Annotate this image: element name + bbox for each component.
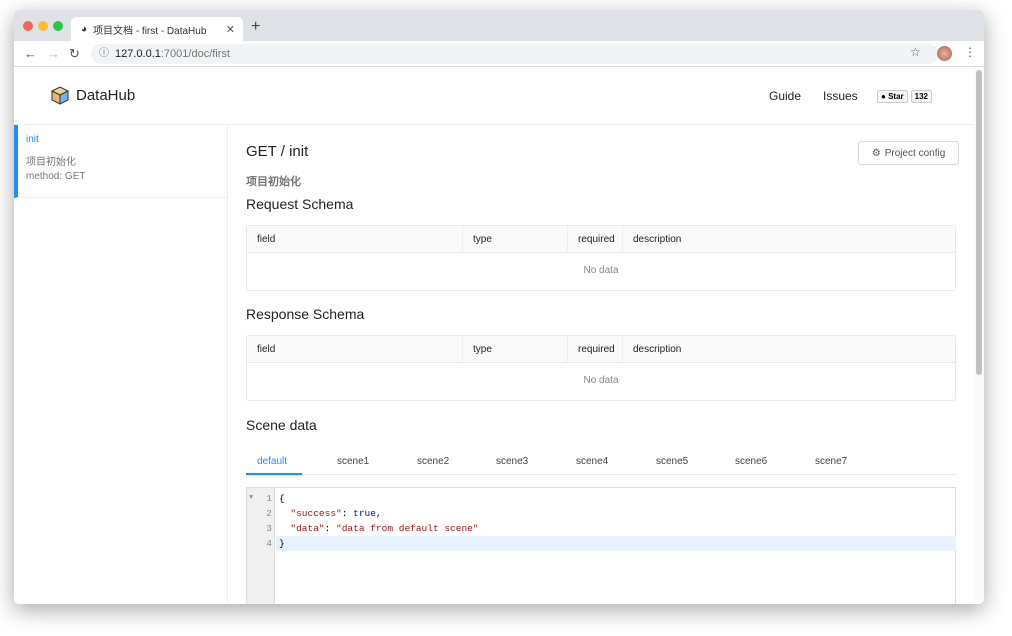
line-number: 4 — [266, 538, 272, 549]
project-config-label: Project config — [884, 147, 946, 159]
maximize-window-button[interactable] — [53, 21, 63, 31]
code-line: 3 "data": "data from default scene" — [247, 521, 955, 536]
page: DataHub Guide Issues ● Star 132 init 项目初… — [14, 67, 984, 604]
url-input[interactable]: ⓘ 127.0.0.1:7001/doc/first — [91, 44, 939, 64]
gear-icon: ⚙ — [871, 147, 881, 159]
json-key: "data" — [290, 523, 325, 534]
reload-icon[interactable]: ↻ — [69, 46, 80, 62]
browser-tab[interactable]: ◕ 项目文档 - first - DataHub ✕ — [71, 17, 243, 41]
star-count[interactable]: 132 — [910, 90, 932, 103]
json-value: "data from default scene" — [336, 523, 479, 534]
nav-issues-link[interactable]: Issues — [823, 89, 858, 103]
tab-scene6[interactable]: scene6 — [735, 456, 767, 467]
minimize-window-button[interactable] — [38, 21, 48, 31]
url-path: :7001/doc/first — [160, 48, 230, 60]
new-tab-icon[interactable]: + — [251, 18, 260, 36]
request-schema-table: field type required description No data — [246, 225, 956, 291]
page-title: GET / init — [246, 143, 309, 160]
forward-icon[interactable]: → — [47, 46, 60, 61]
url-host: 127.0.0.1 — [115, 48, 161, 60]
tab-title: 项目文档 - first - DataHub — [93, 25, 207, 37]
tab-scene7[interactable]: scene7 — [815, 456, 847, 467]
tab-default[interactable]: default — [257, 456, 287, 467]
avatar[interactable] — [937, 46, 952, 61]
response-schema-title: Response Schema — [246, 306, 365, 322]
column-required: required — [568, 336, 623, 362]
menu-icon[interactable]: ⋮ — [964, 45, 976, 59]
github-star-widget[interactable]: ● Star 132 — [877, 90, 932, 103]
scene-tabs: default scene1 scene2 scene3 scene4 scen… — [246, 449, 956, 475]
api-name: init — [26, 134, 39, 145]
request-schema-title: Request Schema — [246, 196, 354, 212]
json-sep: : — [324, 523, 337, 534]
close-window-button[interactable] — [23, 21, 33, 31]
empty-state: No data — [583, 375, 619, 386]
project-config-button[interactable]: ⚙ Project config — [858, 141, 959, 165]
box-logo-icon — [50, 85, 70, 105]
column-type: type — [463, 336, 568, 362]
code-text: } — [279, 538, 285, 549]
sidebar-item-init[interactable]: init 项目初始化 method: GET — [14, 125, 227, 198]
json-editor[interactable]: ▼ 1 { 2 "success": true, 3 "data": "data f… — [246, 487, 956, 604]
logo-text: DataHub — [76, 86, 136, 104]
site-header: DataHub Guide Issues ● Star 132 — [14, 67, 984, 125]
tab-scene5[interactable]: scene5 — [656, 456, 688, 467]
column-description: description — [633, 344, 682, 355]
info-icon: ⓘ — [99, 48, 109, 59]
star-label: Star — [888, 92, 904, 101]
fold-arrow-icon[interactable]: ▼ — [249, 491, 253, 506]
line-number: 3 — [266, 523, 272, 534]
bookmark-star-icon[interactable]: ☆ — [910, 45, 921, 59]
code-line-active: 4} — [266, 536, 956, 551]
active-tab-indicator — [246, 473, 302, 475]
column-description: description — [633, 234, 682, 245]
code-line: ▼ 1 { — [247, 491, 955, 506]
json-comma: , — [375, 508, 382, 519]
json-sep: : — [341, 508, 354, 519]
sidebar: init 项目初始化 method: GET — [14, 125, 228, 604]
column-type: type — [463, 226, 568, 252]
api-description: 项目初始化 — [26, 157, 76, 168]
column-required: required — [568, 226, 623, 252]
back-icon[interactable]: ← — [24, 46, 37, 61]
api-method: method: GET — [26, 171, 86, 182]
github-icon: ● — [881, 92, 886, 101]
address-bar: ← → ↻ ⓘ 127.0.0.1:7001/doc/first ☆ ⋮ — [14, 41, 984, 67]
line-number: 2 — [266, 508, 272, 519]
github-star-button[interactable]: ● Star — [877, 90, 908, 103]
tab-scene2[interactable]: scene2 — [417, 456, 449, 467]
column-field: field — [247, 226, 463, 252]
api-description: 项目初始化 — [246, 176, 301, 188]
nav-guide-link[interactable]: Guide — [769, 89, 801, 103]
browser-window: ◕ 项目文档 - first - DataHub ✕ + ← → ↻ ⓘ 127… — [14, 10, 984, 604]
tab-scene3[interactable]: scene3 — [496, 456, 528, 467]
empty-state: No data — [583, 265, 619, 276]
tab-scene4[interactable]: scene4 — [576, 456, 608, 467]
table-header: field type required description — [247, 336, 955, 363]
scrollbar-thumb[interactable] — [976, 70, 982, 375]
table-header: field type required description — [247, 226, 955, 253]
tab-scene1[interactable]: scene1 — [337, 456, 369, 467]
column-field: field — [247, 336, 463, 362]
close-tab-icon[interactable]: ✕ — [226, 23, 235, 36]
code-line: 2 "success": true, — [247, 506, 955, 521]
tab-bar: ◕ 项目文档 - first - DataHub ✕ + — [14, 10, 984, 41]
logo[interactable]: DataHub — [50, 85, 135, 105]
scrollbar[interactable] — [974, 67, 984, 604]
scene-data-title: Scene data — [246, 417, 317, 433]
favicon-icon: ◕ — [81, 23, 88, 35]
json-value: true — [353, 508, 376, 519]
response-schema-table: field type required description No data — [246, 335, 956, 401]
code-text: { — [279, 493, 285, 504]
json-key: "success" — [290, 508, 342, 519]
line-number: 1 — [266, 493, 272, 504]
